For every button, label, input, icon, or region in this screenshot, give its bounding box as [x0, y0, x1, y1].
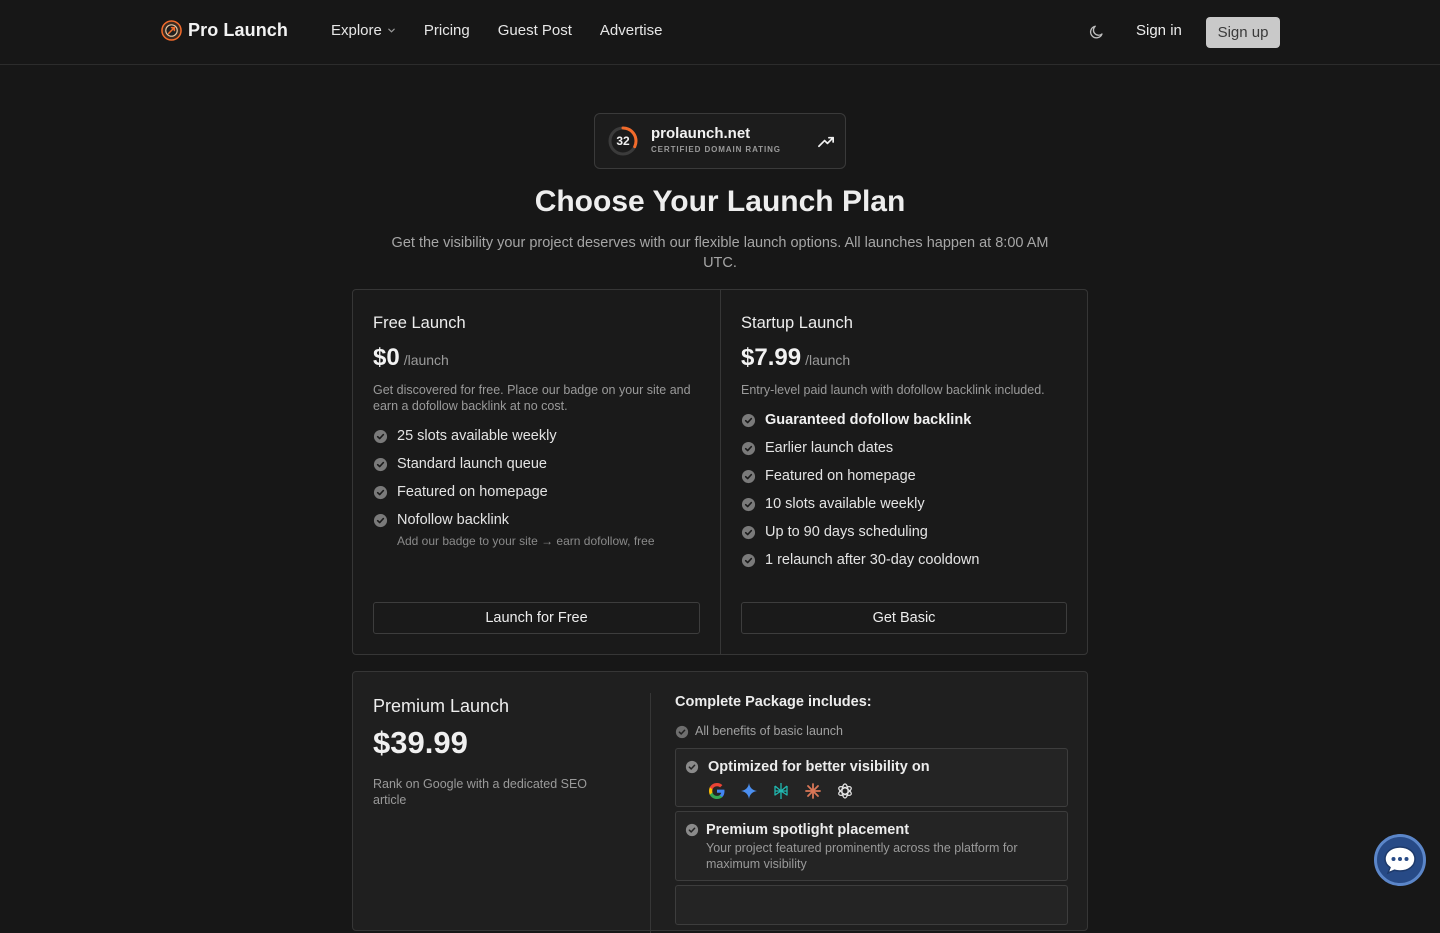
nav-explore-label: Explore	[331, 22, 382, 39]
feature-text: Featured on homepage	[765, 468, 916, 484]
premium-includes-heading: Complete Package includes:	[675, 694, 872, 710]
startup-plan-description: Entry-level paid launch with dofollow ba…	[741, 383, 1045, 397]
startup-plan-price: $7.99/launch	[741, 344, 850, 372]
chat-bubble-icon	[1384, 846, 1416, 875]
feature-text: 1 relaunch after 30-day cooldown	[765, 552, 980, 568]
page-subtitle: Get the visibility your project deserves…	[391, 235, 1049, 271]
check-circle-icon	[373, 429, 388, 444]
feature-item: Earlier launch dates	[741, 438, 979, 466]
nav-guest-post[interactable]: Guest Post	[498, 22, 572, 39]
feature-text: 25 slots available weekly	[397, 428, 557, 444]
startup-price-amount: $7.99	[741, 344, 802, 371]
badge-domain-name: prolaunch.net	[651, 125, 751, 142]
premium-feature-box	[675, 885, 1068, 925]
premium-plan-name: Premium Launch	[373, 696, 510, 716]
free-plan-description: Get discovered for free. Place our badge…	[373, 383, 691, 413]
rocket-logo-icon	[161, 20, 182, 41]
feature-item: 25 slots available weekly	[373, 426, 655, 454]
trending-up-icon	[818, 136, 835, 148]
get-basic-button[interactable]: Get Basic	[741, 602, 1067, 634]
check-circle-icon	[373, 485, 388, 500]
feature-item: Featured on homepage	[741, 466, 979, 494]
feature-text: Nofollow backlink	[397, 512, 510, 528]
visibility-feature-box: Optimized for better visibility on	[675, 748, 1068, 807]
free-plan-card: Free Launch $0/launch Get discovered for…	[353, 290, 720, 654]
brand-name: Pro Launch	[188, 20, 289, 40]
plans-grid: Free Launch $0/launch Get discovered for…	[352, 289, 1088, 655]
openai-icon	[838, 783, 852, 799]
startup-price-period: /launch	[805, 352, 851, 368]
domain-rating-badge[interactable]: 32 prolaunch.net CERTIFIED DOMAIN RATING	[594, 113, 846, 169]
premium-plan-card: Premium Launch $39.99 Rank on Google wit…	[352, 671, 1088, 933]
feature-text: Featured on homepage	[397, 484, 548, 500]
page-title: Choose Your Launch Plan	[534, 185, 906, 218]
check-circle-icon	[741, 469, 756, 484]
premium-plan-description: Rank on Google with a dedicated SEO arti…	[373, 777, 588, 807]
feature-item: Featured on homepage	[373, 482, 655, 510]
main-nav: Explore Pricing Guest Post Advertise	[331, 22, 662, 39]
startup-plan-name: Startup Launch	[741, 314, 853, 332]
startup-plan-card: Startup Launch $7.99/launch Entry-level …	[721, 290, 1088, 654]
feature-item: Up to 90 days scheduling	[741, 522, 979, 550]
perplexity-icon	[774, 783, 788, 799]
feature-item: Nofollow backlink Add our badge to your …	[373, 510, 655, 554]
free-feature-list: 25 slots available weekly Standard launc…	[373, 426, 655, 554]
feature-text: Standard launch queue	[397, 456, 547, 472]
badge-label: CERTIFIED DOMAIN RATING	[651, 145, 781, 154]
spotlight-text: Your project featured prominently across…	[706, 841, 1018, 871]
feature-text: Earlier launch dates	[765, 440, 894, 456]
check-circle-icon	[741, 441, 756, 456]
sign-up-button[interactable]: Sign up	[1206, 17, 1280, 48]
check-circle-icon	[685, 760, 699, 774]
feature-item: Guaranteed dofollow backlink	[741, 410, 979, 438]
brand-logo-link[interactable]: Pro Launch	[161, 20, 288, 41]
feature-text: Up to 90 days scheduling	[765, 524, 928, 540]
check-circle-icon	[373, 513, 388, 528]
domain-rating-value: 32	[616, 134, 630, 148]
nav-pricing[interactable]: Pricing	[424, 22, 470, 39]
gemini-icon	[741, 783, 757, 799]
feature-item: Standard launch queue	[373, 454, 655, 482]
free-price-amount: $0	[373, 344, 400, 371]
check-circle-icon	[675, 725, 689, 739]
nav-explore[interactable]: Explore	[331, 22, 396, 39]
claude-icon	[805, 783, 821, 799]
feature-item: 10 slots available weekly	[741, 494, 979, 522]
feature-item: 1 relaunch after 30-day cooldown	[741, 550, 979, 578]
free-plan-price: $0/launch	[373, 344, 449, 372]
premium-basic-benefits: All benefits of basic launch	[675, 724, 844, 739]
check-circle-icon	[741, 525, 756, 540]
spotlight-feature-box: Premium spotlight placement Your project…	[675, 811, 1068, 881]
feature-text: Guaranteed dofollow backlink	[765, 412, 972, 428]
chevron-down-icon	[388, 28, 395, 33]
nav-advertise[interactable]: Advertise	[600, 22, 663, 39]
check-circle-icon	[741, 553, 756, 568]
check-circle-icon	[741, 497, 756, 512]
sign-in-link[interactable]: Sign in	[1136, 22, 1182, 39]
check-circle-icon	[685, 823, 699, 837]
spotlight-title: Premium spotlight placement	[706, 822, 910, 838]
free-price-period: /launch	[403, 352, 449, 368]
check-circle-icon	[741, 413, 756, 428]
startup-feature-list: Guaranteed dofollow backlink Earlier lau…	[741, 410, 979, 578]
premium-divider	[650, 693, 651, 933]
moon-icon[interactable]	[1088, 23, 1106, 41]
premium-basic-text: All benefits of basic launch	[695, 724, 844, 738]
check-circle-icon	[373, 457, 388, 472]
site-header: Pro Launch Explore Pricing Guest Post Ad…	[0, 0, 1440, 65]
feature-text: 10 slots available weekly	[765, 496, 925, 512]
premium-plan-price: $39.99	[373, 725, 468, 760]
visibility-title: Optimized for better visibility on	[708, 759, 930, 775]
ai-platform-icons	[708, 782, 854, 800]
google-icon	[709, 783, 725, 799]
feature-note: Add our badge to your site → earn dofoll…	[397, 534, 655, 548]
free-plan-name: Free Launch	[373, 314, 466, 332]
chat-widget-button[interactable]	[1374, 834, 1426, 886]
launch-for-free-button[interactable]: Launch for Free	[373, 602, 700, 634]
